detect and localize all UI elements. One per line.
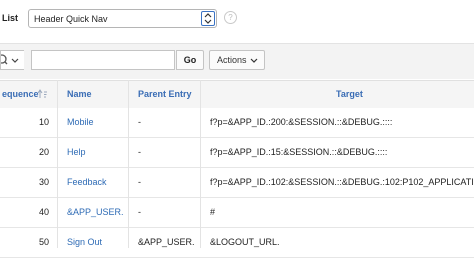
cell-parent-entry: &APP_USER. <box>138 237 195 247</box>
cell-sequence: 40 <box>38 207 49 217</box>
column-header-parent-entry[interactable]: Parent Entry <box>138 81 192 108</box>
cell-name-link[interactable]: Mobile <box>67 108 94 137</box>
cell-sequence: 30 <box>38 177 49 187</box>
cell-target: f?p=&APP_ID.:200:&SESSION.::&DEBUG.:::: <box>210 117 393 127</box>
column-header-target[interactable]: Target <box>336 81 363 108</box>
cell-name-link[interactable]: Sign Out <box>67 228 102 257</box>
table-row: 40 &APP_USER. - # <box>0 198 474 228</box>
table-row: 50 Sign Out &APP_USER. &LOGOUT_URL. <box>0 228 474 258</box>
cell-target: &LOGOUT_URL. <box>210 237 280 247</box>
search-icon <box>0 54 19 65</box>
sort-ascending-icon[interactable] <box>37 89 48 101</box>
actions-menu-button[interactable]: Actions <box>209 50 265 70</box>
search-column-selector[interactable] <box>0 50 24 70</box>
help-icon[interactable]: ? <box>224 11 237 24</box>
cell-name-link[interactable]: &APP_USER. <box>67 198 124 227</box>
cell-parent-entry: - <box>138 147 141 157</box>
chevron-down-icon <box>11 58 19 63</box>
list-label: List <box>2 13 19 23</box>
cell-parent-entry: - <box>138 207 141 217</box>
select-chevron-icon <box>201 11 215 26</box>
column-header-name[interactable]: Name <box>67 81 92 108</box>
table-row: 10 Mobile - f?p=&APP_ID.:200:&SESSION.::… <box>0 108 474 138</box>
column-divider <box>57 80 58 248</box>
cell-parent-entry: - <box>138 117 141 127</box>
list-select-value: Header Quick Nav <box>34 14 108 24</box>
column-divider <box>128 80 129 248</box>
table-row: 20 Help - f?p=&APP_ID.:15:&SESSION.::&DE… <box>0 138 474 168</box>
cell-sequence: 10 <box>38 117 49 127</box>
column-header-sequence[interactable]: equence <box>2 81 39 108</box>
cell-sequence: 20 <box>38 147 49 157</box>
cell-name-link[interactable]: Help <box>67 138 86 167</box>
chevron-down-icon <box>250 58 258 63</box>
cell-parent-entry: - <box>138 177 141 187</box>
actions-label: Actions <box>217 55 247 65</box>
column-divider <box>200 80 201 248</box>
grid-header: equence Name Parent Entry Target <box>0 80 474 109</box>
cell-target: f?p=&APP_ID.:15:&SESSION.::&DEBUG.:::: <box>210 147 388 157</box>
table-row: 30 Feedback - f?p=&APP_ID.:102:&SESSION.… <box>0 168 474 198</box>
cell-target: # <box>210 207 216 217</box>
list-selector-bar: List Header Quick Nav ? <box>0 0 474 44</box>
cell-name-link[interactable]: Feedback <box>67 168 107 197</box>
go-button[interactable]: Go <box>176 50 204 70</box>
list-select[interactable]: Header Quick Nav <box>28 9 217 28</box>
cell-target: f?p=&APP_ID.:102:&SESSION.::&DEBUG.:102:… <box>210 177 474 187</box>
search-input[interactable] <box>31 50 175 70</box>
cell-sequence: 50 <box>38 237 49 247</box>
